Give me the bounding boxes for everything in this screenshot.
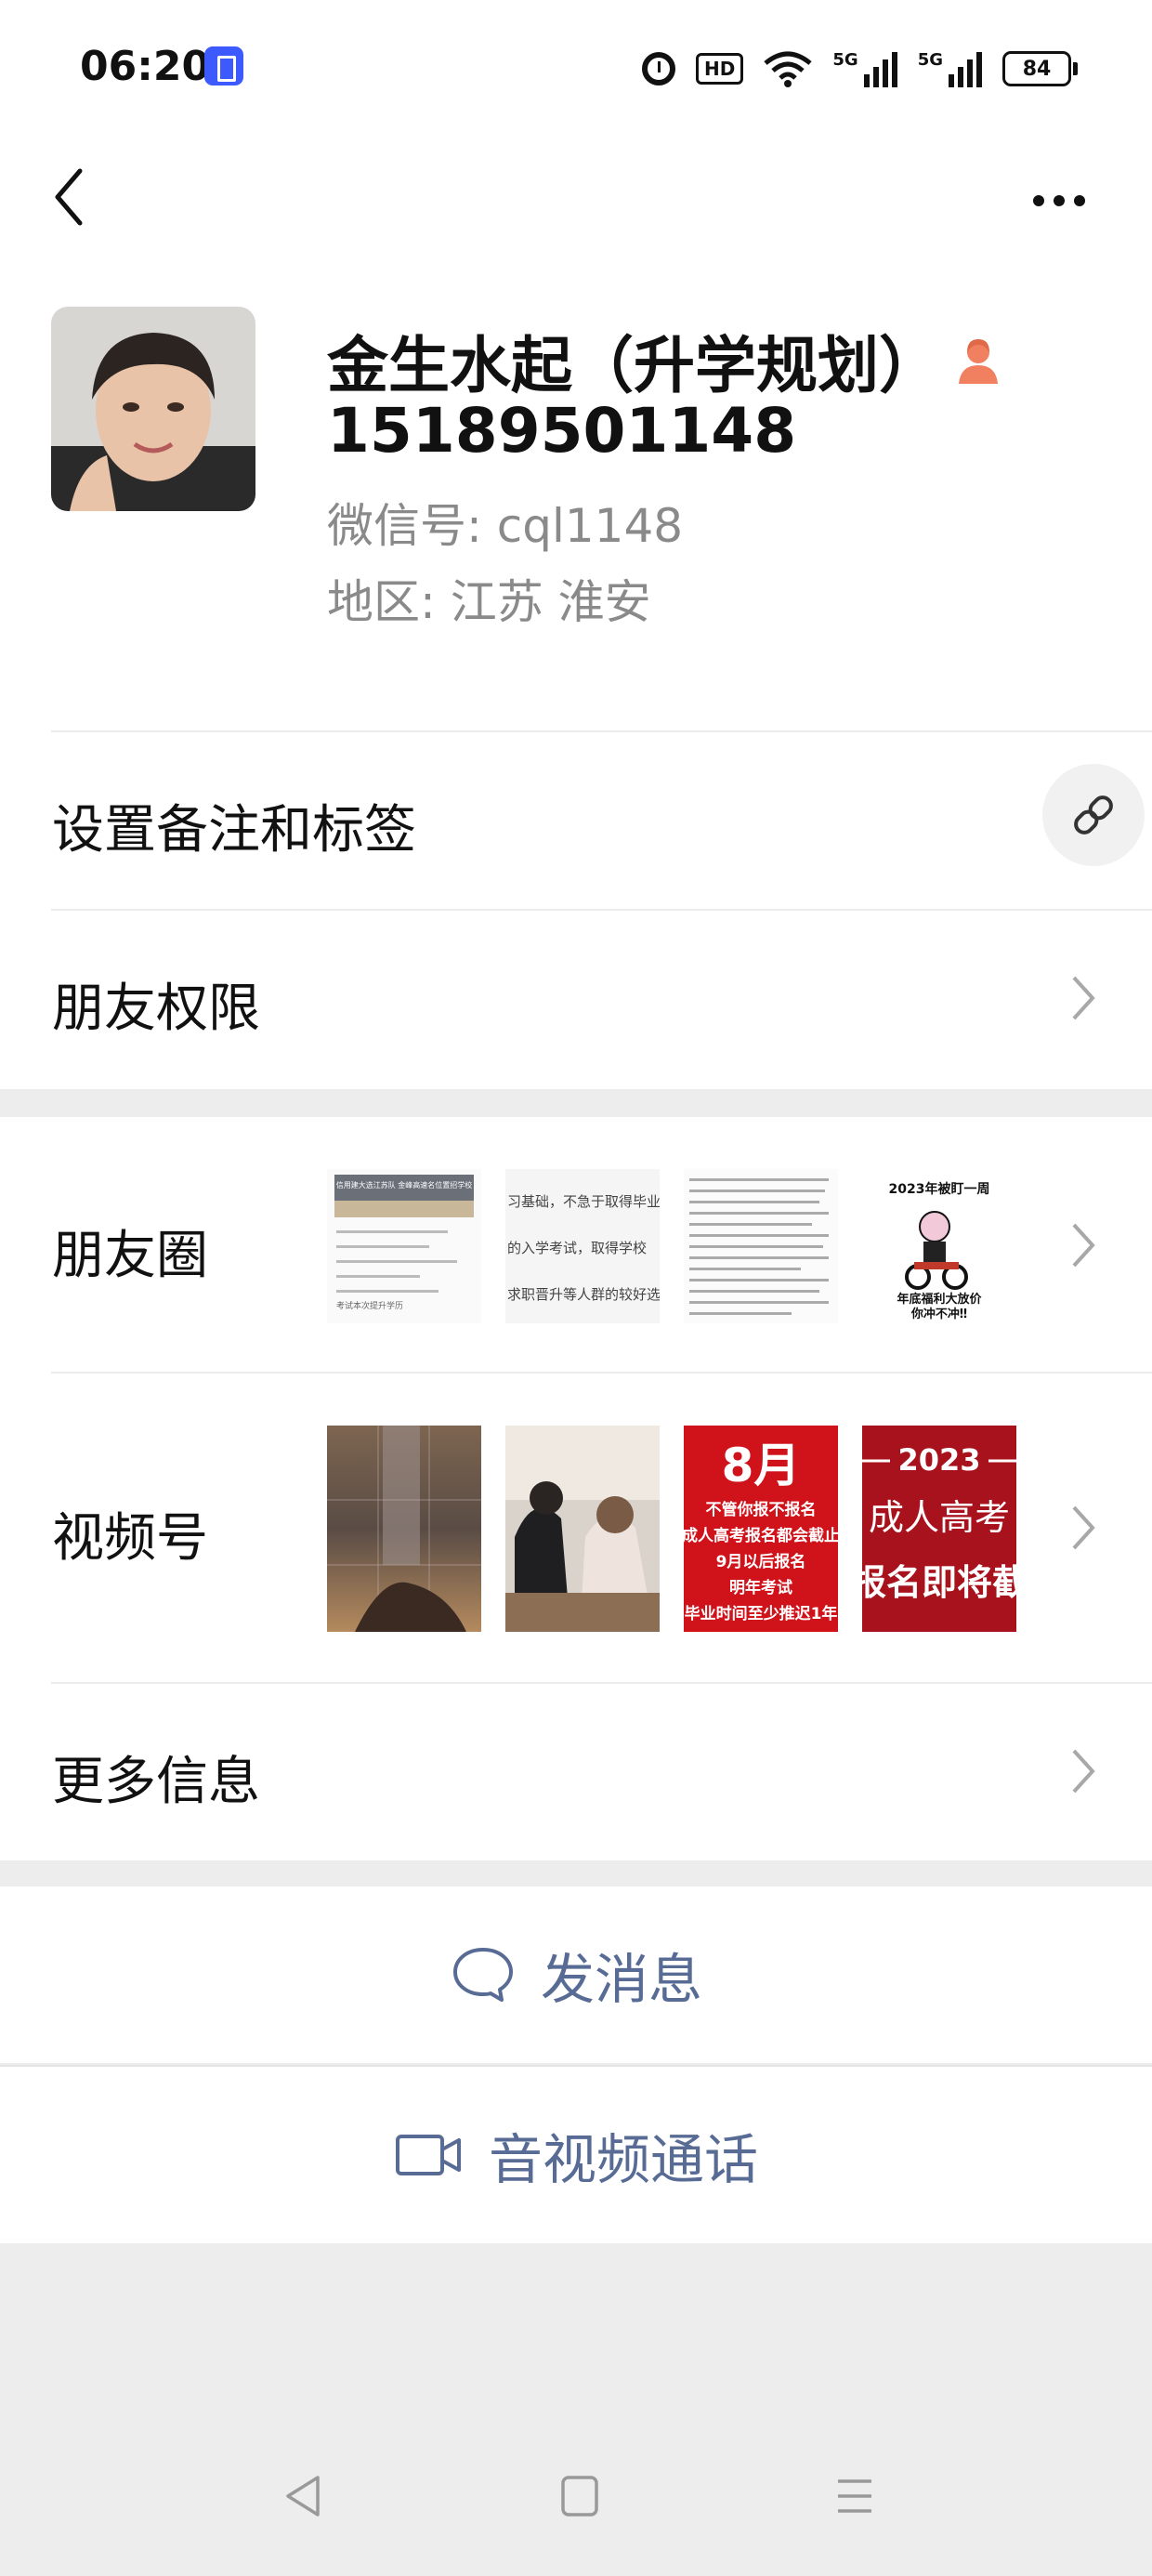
channels-thumb-3: 8月 不管你报不报名 成人高考报名都会截止 9月以后报名 明年考试 毕业时间至少… (684, 1426, 838, 1632)
moments-thumb-4-caption2: 你冲不冲‼ (910, 1307, 967, 1321)
channels-row[interactable]: 视频号 8月 不管你报不报名 成人高考报名都会截止 9月以后报名 明年考试 毕业… (0, 1372, 1152, 1682)
nav-back-icon[interactable] (281, 2472, 325, 2520)
channels-thumb-3-line-5: 毕业时间至少推迟1年 (685, 1604, 838, 1623)
moments-thumb-4-caption: 年底福利大放价 (897, 1292, 982, 1307)
moments-thumb-1-title: 信用建大选江苏队 金峰高速名位置招学校 (336, 1180, 473, 1189)
send-message-button[interactable]: 发消息 (0, 1886, 1152, 2063)
status-icons: HD 5G 5G 84 (642, 45, 1078, 93)
divider (51, 730, 1152, 732)
video-camera-icon (395, 2135, 461, 2175)
moments-thumb-2-line-3: 求职晋升等人群的较好选 (507, 1286, 660, 1303)
contact-phone: 15189501148 (327, 395, 797, 467)
channels-thumb-4-year: 2023 (897, 1442, 980, 1478)
chevron-right-icon (1072, 1749, 1095, 1794)
battery-level: 84 (1002, 51, 1071, 86)
alarm-icon (642, 52, 676, 85)
video-call-label: 音视频通话 (488, 2128, 758, 2191)
chevron-right-icon (1072, 976, 1095, 1020)
moments-label: 朋友圈 (52, 1226, 208, 1286)
wifi-icon (764, 50, 812, 87)
channels-thumb-4-line-2: 报名即将截 (862, 1562, 1016, 1603)
moments-thumb-2-line-2: 的入学考试，取得学校 (507, 1240, 647, 1256)
nav-header (0, 139, 1152, 269)
battery-icon: 84 (1002, 51, 1078, 86)
moments-thumb-1: 信用建大选江苏队 金峰高速名位置招学校 考试本次提升学历 (327, 1169, 481, 1323)
channels-thumb-4-line-1: 成人高考 (869, 1497, 1010, 1538)
status-time: 06:20 (80, 43, 211, 90)
channels-thumb-3-big: 8月 (722, 1439, 801, 1492)
remark-tags-label: 设置备注和标签 (52, 800, 416, 861)
more-info-label: 更多信息 (52, 1752, 260, 1812)
video-call-button[interactable]: 音视频通话 (0, 2067, 1152, 2243)
signal-icon-1: 5G (832, 50, 897, 87)
channels-label: 视频号 (52, 1508, 208, 1569)
nav-menu-icon[interactable] (832, 2472, 877, 2520)
channels-thumb-3-line-2: 成人高考报名都会截止 (684, 1526, 838, 1545)
region: 地区: 江苏 淮安 (327, 575, 651, 629)
moments-thumb-2: 习基础，不急于取得毕业 的入学考试，取得学校 求职晋升等人群的较好选 (505, 1169, 660, 1323)
divider (51, 909, 1152, 911)
nav-home-icon[interactable] (557, 2472, 602, 2520)
wechat-id: 微信号: cql1148 (327, 499, 684, 553)
signal-icon-2: 5G (918, 50, 982, 87)
more-info-row[interactable]: 更多信息 (0, 1682, 1152, 1860)
back-icon[interactable] (43, 160, 117, 234)
channels-thumb-3-line-4: 明年考试 (729, 1578, 792, 1597)
channels-thumb-3-line-1: 不管你报不报名 (706, 1500, 817, 1519)
channels-thumb-3-line-3: 9月以后报名 (716, 1552, 806, 1571)
friend-permissions-row[interactable]: 朋友权限 (0, 909, 1152, 1089)
female-person-icon (953, 335, 1003, 386)
status-bar: 06:20 HD 5G 5G 84 (0, 0, 1152, 139)
divider (51, 1682, 1152, 1684)
contact-name: 金生水起（升学规划） (327, 330, 940, 401)
system-navigation-bar (0, 2416, 1152, 2576)
moments-thumb-4-title: 2023年被盯一周 (889, 1181, 990, 1197)
name-line: 金生水起（升学规划） (327, 316, 1003, 405)
divider (51, 1372, 1152, 1373)
channels-thumb-1 (327, 1426, 481, 1632)
chevron-right-icon (1072, 1223, 1095, 1268)
flashlight-app-icon (204, 46, 243, 85)
moments-thumb-1-line: 考试本次提升学历 (336, 1300, 403, 1311)
moments-thumb-2-line-1: 习基础，不急于取得毕业 (507, 1193, 660, 1210)
channels-thumb-4: 2023 成人高考 报名即将截 (862, 1426, 1016, 1632)
moments-row[interactable]: 朋友圈 信用建大选江苏队 金峰高速名位置招学校 考试本次提升学历 习基础，不急于… (0, 1117, 1152, 1372)
more-options-icon[interactable] (1022, 173, 1096, 229)
avatar[interactable] (51, 307, 255, 511)
send-message-label: 发消息 (540, 1948, 702, 2011)
moments-thumb-3 (684, 1169, 838, 1323)
chevron-right-icon (1072, 1505, 1095, 1550)
chat-bubble-icon (452, 1948, 513, 2002)
profile-card: 金生水起（升学规划） 15189501148 微信号: cql1148 地区: … (0, 269, 1152, 730)
link-icon[interactable] (1042, 764, 1145, 866)
moments-thumb-4: 2023年被盯一周 年底福利大放价 你冲不冲‼ (862, 1169, 1016, 1323)
friend-permissions-label: 朋友权限 (52, 979, 260, 1039)
channels-thumb-2 (505, 1426, 660, 1632)
hd-icon: HD (696, 53, 744, 85)
remark-tags-row[interactable]: 设置备注和标签 (0, 730, 1152, 909)
